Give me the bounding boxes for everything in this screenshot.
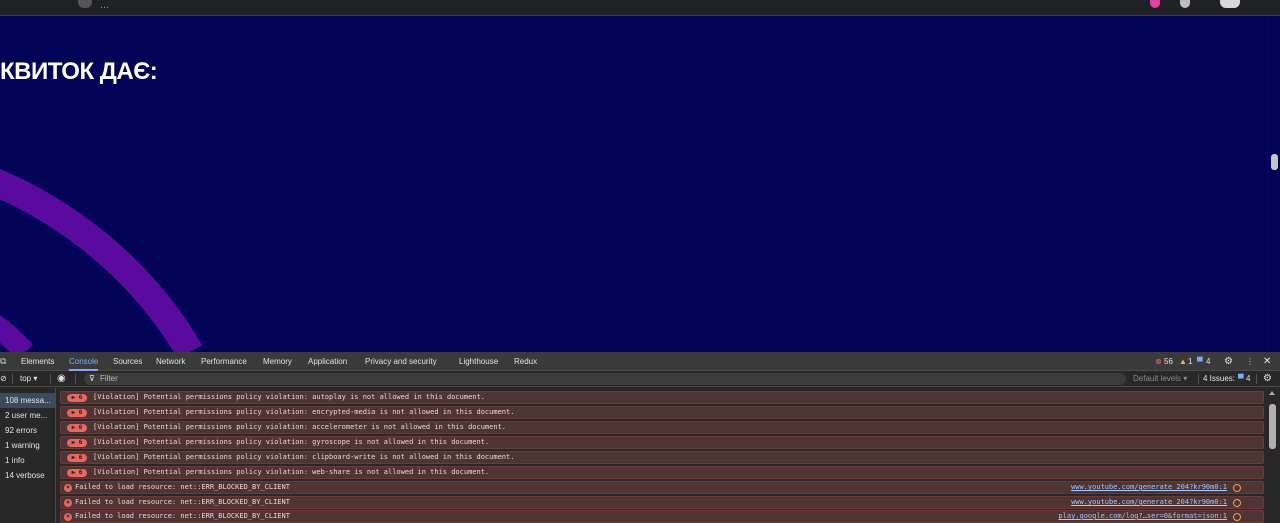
console-messages: ▶ 6 [Violation] Potential permissions po… [56, 388, 1265, 523]
tab-sources[interactable]: Sources [113, 352, 142, 371]
issues-count[interactable]: 4 [1246, 371, 1250, 387]
sidebar-item-info[interactable]: 1 info [0, 453, 55, 468]
source-badge-icon[interactable] [1233, 513, 1241, 521]
console-message-row[interactable]: × Failed to load resource: net::ERR_BLOC… [60, 481, 1264, 494]
warning-count-icon[interactable]: ▲ [1179, 352, 1187, 371]
devtools-panel: ⧉ Elements Console Sources Network Perfo… [0, 352, 1280, 523]
tab-privacy-and-security[interactable]: Privacy and security [365, 352, 437, 371]
console-message-row[interactable]: ▶ 6 [Violation] Potential permissions po… [60, 406, 1264, 419]
console-message-row[interactable]: ▶ 6 [Violation] Potential permissions po… [60, 466, 1264, 479]
context-selector[interactable]: top ▾ [20, 371, 37, 387]
violation-repeat-badge[interactable]: ▶ 6 [67, 469, 87, 477]
console-message-row[interactable]: ▶ 6 [Violation] Potential permissions po… [60, 391, 1264, 404]
message-text: [Violation] Potential permissions policy… [93, 453, 515, 461]
page-scrollbar-thumb[interactable] [1271, 154, 1278, 170]
sidebar-item-verbose[interactable]: 14 verbose [0, 468, 55, 483]
sidebar-item-errors[interactable]: 92 errors [0, 423, 55, 438]
extension-icon-2[interactable] [1180, 0, 1190, 8]
console-message-row[interactable]: ▶ 6 [Violation] Potential permissions po… [60, 421, 1264, 434]
sidebar-item-user-messages[interactable]: 2 user me... [0, 408, 55, 423]
message-source-link[interactable]: www.youtube.com/generate_204?kr90m0:1 [1071, 482, 1227, 493]
error-x-icon: × [64, 499, 72, 507]
warning-count[interactable]: 1 [1188, 352, 1192, 371]
tab-favicon[interactable] [78, 0, 92, 8]
issues-label[interactable]: 4 Issues: [1203, 371, 1235, 387]
browser-toolbar: ... [0, 0, 1280, 16]
clear-console-icon[interactable]: ⊘ [0, 371, 7, 387]
message-text: [Violation] Potential permissions policy… [93, 423, 507, 431]
issues-icon[interactable]: ▀ [1238, 371, 1244, 387]
scroll-up-arrow-icon[interactable] [1269, 391, 1275, 395]
message-text: [Violation] Potential permissions policy… [93, 393, 485, 401]
page-viewport: КВИТОК ДАЄ: [0, 16, 1267, 352]
tab-lighthouse[interactable]: Lighthouse [459, 352, 498, 371]
tab-console[interactable]: Console [69, 352, 99, 371]
console-message-row[interactable]: × Failed to load resource: net::ERR_BLOC… [60, 510, 1264, 523]
device-toggle-icon[interactable]: ⧉ [0, 352, 6, 371]
console-scrollbar[interactable] [1265, 388, 1280, 523]
filter-funnel-icon: ⊽ [89, 374, 95, 383]
console-toolbar: ⊘ top ▾ ◉ ⊽ Filter Default levels ▾ 4 Is… [0, 371, 1280, 387]
message-text: Failed to load resource: net::ERR_BLOCKE… [75, 512, 290, 520]
sidebar-item-warnings[interactable]: 1 warning [0, 438, 55, 453]
toolbar-divider [75, 374, 76, 384]
page-scrollbar[interactable] [1267, 16, 1280, 352]
console-settings-gear-icon[interactable]: ⚙ [1263, 371, 1272, 387]
live-expression-eye-icon[interactable]: ◉ [57, 371, 66, 387]
extension-icon[interactable] [1150, 0, 1160, 8]
message-text: Failed to load resource: net::ERR_BLOCKE… [75, 483, 290, 491]
devtools-tabbar: ⧉ Elements Console Sources Network Perfo… [0, 352, 1280, 371]
message-text: [Violation] Potential permissions policy… [93, 408, 515, 416]
profile-avatar-icon[interactable] [1220, 0, 1240, 8]
violation-repeat-badge[interactable]: ▶ 6 [67, 394, 87, 402]
message-text: [Violation] Potential permissions policy… [93, 468, 490, 476]
violation-repeat-badge[interactable]: ▶ 6 [67, 424, 87, 432]
toolbar-divider [1198, 374, 1199, 384]
tab-network[interactable]: Network [156, 352, 185, 371]
tab-performance[interactable]: Performance [201, 352, 247, 371]
tab-redux[interactable]: Redux [514, 352, 537, 371]
message-text: Failed to load resource: net::ERR_BLOCKE… [75, 498, 290, 506]
tab-memory[interactable]: Memory [263, 352, 292, 371]
violation-repeat-badge[interactable]: ▶ 6 [67, 454, 87, 462]
address-bar-fragment[interactable]: ... [100, 0, 109, 11]
settings-gear-icon[interactable]: ⚙ [1224, 352, 1233, 371]
message-source-link[interactable]: www.youtube.com/generate_204?kr90m0:1 [1071, 497, 1227, 508]
filter-placeholder: Filter [100, 374, 118, 383]
log-levels-dropdown[interactable]: Default levels ▾ [1133, 371, 1187, 387]
error-count[interactable]: 56 [1164, 352, 1173, 371]
message-text: [Violation] Potential permissions policy… [93, 438, 490, 446]
console-scrollbar-thumb[interactable] [1269, 404, 1276, 449]
toolbar-divider [12, 374, 13, 384]
info-count[interactable]: 4 [1206, 352, 1210, 371]
error-x-icon: × [64, 484, 72, 492]
toolbar-divider [1256, 374, 1257, 384]
console-message-row[interactable]: ▶ 6 [Violation] Potential permissions po… [60, 451, 1264, 464]
error-x-icon: × [64, 513, 72, 521]
error-count-icon[interactable]: ⊗ [1155, 352, 1162, 371]
source-badge-icon[interactable] [1233, 499, 1241, 507]
sidebar-item-messages[interactable]: 108 messa... [0, 393, 55, 408]
page-heading: КВИТОК ДАЄ: [0, 58, 158, 85]
tab-application[interactable]: Application [308, 352, 347, 371]
toolbar-divider [50, 374, 51, 384]
console-message-row[interactable]: × Failed to load resource: net::ERR_BLOC… [60, 496, 1264, 509]
console-message-row[interactable]: ▶ 6 [Violation] Potential permissions po… [60, 436, 1264, 449]
violation-repeat-badge[interactable]: ▶ 6 [67, 409, 87, 417]
filter-input[interactable]: ⊽ Filter [84, 373, 1126, 385]
close-devtools-icon[interactable]: ✕ [1263, 352, 1271, 371]
message-source-link[interactable]: play.google.com/log?…ser=0&format=json:1 [1058, 511, 1227, 522]
more-options-icon[interactable]: ⋮ [1246, 352, 1254, 371]
console-sidebar: 108 messa... 2 user me... 92 errors 1 wa… [0, 388, 56, 523]
violation-repeat-badge[interactable]: ▶ 6 [67, 439, 87, 447]
tab-elements[interactable]: Elements [21, 352, 54, 371]
source-badge-icon[interactable] [1233, 484, 1241, 492]
info-count-icon[interactable]: ▀ [1197, 352, 1203, 371]
